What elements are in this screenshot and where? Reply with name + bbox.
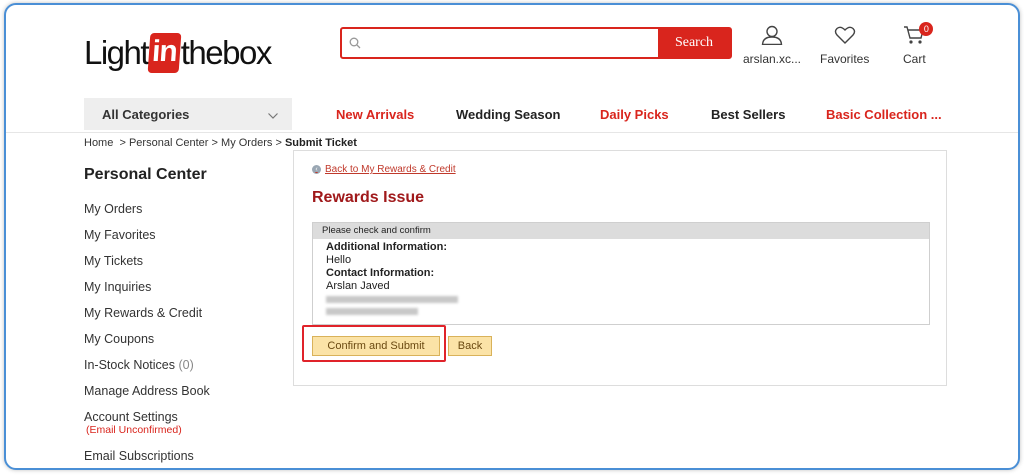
nav-daily-picks[interactable]: Daily Picks [600, 107, 669, 122]
confirm-box: Please check and confirm Additional Info… [312, 222, 930, 325]
sidebar-item-account-settings[interactable]: Account Settings [84, 410, 178, 424]
back-button[interactable]: Back [448, 336, 492, 356]
nav-wedding-season[interactable]: Wedding Season [456, 107, 561, 122]
all-categories-dropdown[interactable]: All Categories [84, 98, 292, 130]
sidebar-item-in-stock-notices[interactable]: In-Stock Notices (0) [84, 358, 194, 372]
cart-icon: 0 [903, 22, 934, 48]
logo-text-thebox: thebox [180, 34, 273, 71]
breadcrumb: Home > Personal Center > My Orders > Sub… [84, 137, 357, 149]
breadcrumb-current: Submit Ticket [284, 137, 357, 149]
logo-text-light: Light [84, 34, 150, 71]
sidebar-item-my-inquiries[interactable]: My Inquiries [84, 280, 151, 294]
sidebar-item-label: In-Stock Notices [84, 358, 176, 372]
back-link-text: Back to My Rewards & Credit [325, 164, 456, 175]
account-label: arslan.xc... [743, 52, 802, 66]
search-bar: Search [340, 27, 732, 59]
contact-phone-redacted [326, 305, 929, 319]
breadcrumb-separator: > [211, 137, 218, 149]
sidebar-item-my-rewards-credit[interactable]: My Rewards & Credit [84, 306, 202, 320]
search-icon [342, 29, 368, 57]
search-input[interactable] [368, 29, 658, 57]
breadcrumb-separator: > [119, 137, 126, 149]
site-logo[interactable]: Light in thebox [84, 33, 273, 73]
breadcrumb-separator: > [275, 137, 282, 149]
cart-count-badge: 0 [919, 22, 934, 36]
cart-label: Cart [903, 52, 926, 66]
sidebar-item-manage-address-book[interactable]: Manage Address Book [84, 384, 210, 398]
confirm-header: Please check and confirm [313, 223, 929, 239]
additional-info-label: Additional Information: [326, 241, 447, 253]
sidebar-item-my-favorites[interactable]: My Favorites [84, 228, 156, 242]
back-to-rewards-link[interactable]: ‹ Back to My Rewards & Credit [312, 164, 456, 175]
sidebar-item-email-subscriptions[interactable]: Email Subscriptions [84, 449, 194, 463]
all-categories-label: All Categories [102, 106, 190, 122]
sidebar-item-my-coupons[interactable]: My Coupons [84, 332, 154, 346]
heart-icon [834, 26, 856, 48]
nav-new-arrivals[interactable]: New Arrivals [336, 107, 414, 122]
favorites-label: Favorites [820, 52, 870, 66]
highlight-annotation [302, 325, 446, 362]
account-button[interactable]: arslan.xc... [743, 25, 801, 66]
breadcrumb-personal-center[interactable]: Personal Center [129, 137, 209, 149]
sidebar-title: Personal Center [84, 166, 207, 183]
in-stock-count: (0) [178, 358, 194, 372]
page-title: Rewards Issue [312, 189, 425, 206]
back-arrow-icon: ‹ [312, 165, 321, 174]
main-nav: All Categories New Arrivals Wedding Seas… [6, 98, 1018, 133]
cart-button[interactable]: 0 Cart [903, 22, 934, 66]
favorites-button[interactable]: Favorites [820, 25, 869, 66]
nav-best-sellers[interactable]: Best Sellers [711, 107, 785, 122]
confirm-body: Additional Information: Hello Contact In… [313, 239, 929, 319]
breadcrumb-my-orders[interactable]: My Orders [221, 137, 272, 149]
chevron-down-icon [268, 107, 278, 122]
sidebar-item-my-orders[interactable]: My Orders [84, 202, 142, 216]
breadcrumb-home[interactable]: Home [84, 137, 113, 149]
logo-text-in: in [147, 33, 182, 73]
user-icon [761, 25, 783, 48]
additional-info-value: Hello [326, 254, 352, 266]
contact-name: Arslan Javed [326, 280, 390, 292]
contact-info-label: Contact Information: [326, 267, 435, 279]
sidebar-item-my-tickets[interactable]: My Tickets [84, 254, 143, 268]
nav-basic-collection[interactable]: Basic Collection ... [826, 107, 942, 122]
browser-frame: Light in thebox Search arslan.xc... Favori… [4, 3, 1020, 470]
search-button[interactable]: Search [658, 29, 730, 57]
email-unconfirmed-note[interactable]: (Email Unconfirmed) [86, 424, 182, 436]
